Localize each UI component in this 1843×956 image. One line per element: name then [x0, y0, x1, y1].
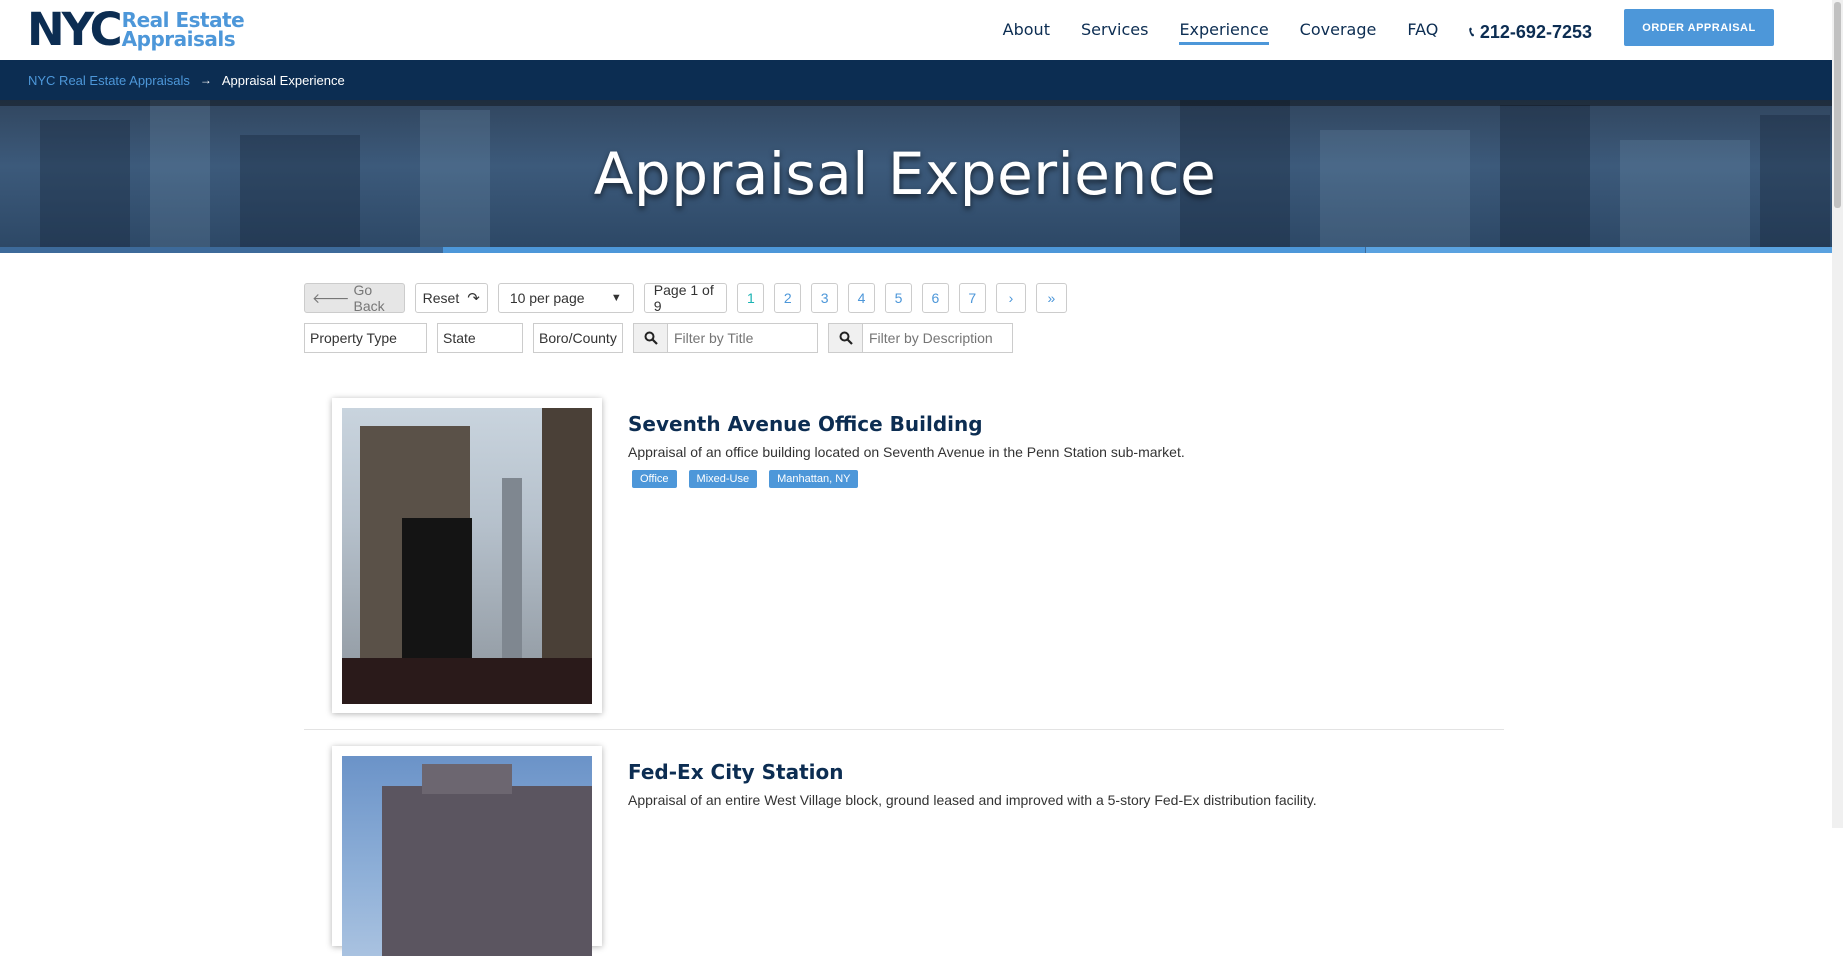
- logo-subtitle: Real Estate Appraisals: [121, 10, 245, 51]
- description-filter-input[interactable]: [863, 323, 1013, 353]
- title-filter-input[interactable]: [668, 323, 818, 353]
- per-page-select[interactable]: 10 per page ▼: [497, 283, 634, 313]
- photo-street: [342, 658, 592, 704]
- scrollbar-thumb[interactable]: [1834, 2, 1841, 208]
- page-title: Appraisal Experience: [593, 140, 1217, 208]
- list-item: Seventh Avenue Office Building Appraisal…: [304, 398, 1504, 730]
- hero-shade: [0, 100, 1832, 106]
- search-icon[interactable]: [633, 323, 668, 353]
- nav-services[interactable]: Services: [1081, 20, 1148, 45]
- nav-experience[interactable]: Experience: [1179, 20, 1269, 45]
- listing-info: Seventh Avenue Office Building Appraisal…: [628, 412, 1328, 488]
- caret-down-icon: ▼: [610, 292, 622, 304]
- page-link-5[interactable]: 5: [885, 283, 912, 313]
- arrow-left-icon: 🡐: [312, 289, 350, 306]
- listing-info: Fed-Ex City Station Appraisal of an enti…: [628, 760, 1328, 810]
- nav-faq[interactable]: FAQ: [1407, 20, 1438, 45]
- hero-accent-strip: [0, 247, 1832, 253]
- hero-banner: Appraisal Experience: [0, 100, 1832, 247]
- scrollbar[interactable]: [1832, 0, 1843, 828]
- property-type-select[interactable]: Property Type: [304, 323, 427, 353]
- hero-strip-segment: [1366, 247, 1832, 253]
- go-back-label: Go Back: [353, 282, 385, 314]
- breadcrumb-separator: →: [199, 73, 212, 87]
- reset-button[interactable]: Reset ↷: [414, 283, 488, 313]
- page-link-6[interactable]: 6: [921, 283, 949, 313]
- main-nav: About Services Experience Coverage FAQ 📞…: [972, 9, 1774, 46]
- listing-photo: [342, 408, 592, 704]
- state-select[interactable]: State: [437, 323, 523, 353]
- tag-badge[interactable]: Mixed-Use: [688, 470, 758, 488]
- photo-building: [382, 786, 592, 956]
- page-info: Page 1 of 9: [643, 282, 728, 314]
- per-page-value: 10 per page: [509, 290, 585, 306]
- phone-link[interactable]: 📞︎ 212-692-7253: [1469, 22, 1592, 43]
- listing-title[interactable]: Fed-Ex City Station: [628, 760, 1328, 784]
- site-logo[interactable]: NYC Real Estate Appraisals: [27, 3, 245, 56]
- last-page-button[interactable]: »: [1036, 283, 1067, 313]
- logo-nyc: NYC: [27, 3, 123, 56]
- page-link-1[interactable]: 1: [737, 283, 765, 313]
- breadcrumb: NYC Real Estate Appraisals → Appraisal E…: [0, 60, 1832, 100]
- description-filter-group: [828, 323, 1013, 353]
- page-link-7[interactable]: 7: [958, 283, 986, 313]
- nav-about[interactable]: About: [1003, 20, 1050, 45]
- hero-strip-segment: [443, 247, 1365, 253]
- title-filter-group: [633, 323, 818, 353]
- search-icon[interactable]: [828, 323, 863, 353]
- listing-description: Appraisal of an entire West Village bloc…: [628, 792, 1317, 808]
- boro-county-select[interactable]: Boro/County: [533, 323, 623, 353]
- next-page-button[interactable]: ›: [995, 283, 1027, 313]
- reset-label: Reset: [422, 290, 460, 306]
- listing-title[interactable]: Seventh Avenue Office Building: [628, 412, 1328, 436]
- listing-tags: Office Mixed-Use Manhattan, NY: [632, 470, 1328, 488]
- listing-photo: [342, 756, 592, 956]
- photo-billboard: [402, 518, 472, 678]
- listing-thumbnail[interactable]: [332, 398, 602, 713]
- nav-coverage[interactable]: Coverage: [1300, 20, 1377, 45]
- share-arrow-icon: ↷: [467, 290, 480, 307]
- listing-description: Appraisal of an office building located …: [628, 444, 1185, 460]
- page-link-3[interactable]: 3: [811, 283, 839, 313]
- photo-building: [422, 764, 512, 794]
- logo-line2: Appraisals: [121, 27, 236, 51]
- tag-badge[interactable]: Office: [632, 470, 677, 488]
- listing-thumbnail[interactable]: [332, 746, 602, 956]
- filter-row: Property Type State Boro/County: [304, 323, 1013, 353]
- phone-icon: 📞︎: [1469, 24, 1474, 39]
- breadcrumb-current: Appraisal Experience: [221, 72, 345, 88]
- list-item: Fed-Ex City Station Appraisal of an enti…: [304, 746, 1504, 956]
- site-header: NYC Real Estate Appraisals About Service…: [0, 0, 1832, 60]
- page-link-4[interactable]: 4: [848, 283, 876, 313]
- phone-number: 212-692-7253: [1479, 21, 1592, 42]
- tag-badge[interactable]: Manhattan, NY: [769, 470, 859, 488]
- go-back-button[interactable]: 🡐 Go Back: [304, 282, 405, 314]
- pagination-row: 🡐 Go Back Reset ↷ 10 per page ▼ Page 1 o…: [304, 282, 1067, 314]
- breadcrumb-home[interactable]: NYC Real Estate Appraisals: [28, 73, 190, 88]
- page-link-2[interactable]: 2: [774, 283, 802, 313]
- order-appraisal-button[interactable]: ORDER APPRAISAL: [1624, 9, 1774, 46]
